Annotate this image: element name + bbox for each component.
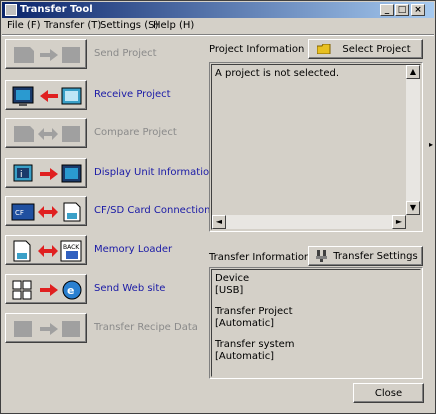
memory-loader-icon: BACK bbox=[13, 240, 82, 262]
select-project-label: Select Project bbox=[342, 44, 411, 55]
transfer-system-label: Transfer system bbox=[215, 339, 295, 350]
transfer-recipe-icon bbox=[14, 321, 80, 337]
compare-project-icon bbox=[14, 126, 80, 142]
project-info-label: Project Information bbox=[209, 44, 305, 55]
send-project-label: Send Project bbox=[94, 48, 157, 59]
receive-project-label: Receive Project bbox=[94, 89, 171, 100]
transfer-info-panel-inner: Device [USB] Transfer Project [Automatic… bbox=[211, 269, 421, 377]
cf-sd-card-label: CF/SD Card Connection bbox=[94, 205, 211, 216]
transfer-system-value: [Automatic] bbox=[215, 351, 275, 362]
cf-sd-card-button[interactable]: CF bbox=[5, 196, 87, 226]
svg-text:BACK: BACK bbox=[63, 244, 80, 251]
maximize-button[interactable]: □ bbox=[395, 4, 409, 16]
close-button-label: Close bbox=[374, 388, 403, 399]
transfer-recipe-button[interactable] bbox=[5, 313, 87, 343]
menu-help[interactable]: Help (H) bbox=[153, 20, 194, 31]
send-web-site-icon: e bbox=[12, 280, 82, 300]
transfer-info-panel: Device [USB] Transfer Project [Automatic… bbox=[209, 267, 423, 379]
action-send-web-site: e Send Web site bbox=[5, 274, 205, 306]
transfer-recipe-label: Transfer Recipe Data bbox=[94, 322, 198, 333]
send-web-site-label: Send Web site bbox=[94, 283, 166, 294]
menu-transfer[interactable]: Transfer (T) bbox=[44, 20, 101, 31]
close-window-button[interactable]: × bbox=[411, 4, 425, 16]
memory-loader-label: Memory Loader bbox=[94, 244, 173, 255]
transfer-info-label: Transfer Information bbox=[209, 252, 311, 263]
select-project-button[interactable]: Select Project bbox=[308, 39, 423, 59]
title-bar: Transfer Tool _ □ × bbox=[2, 2, 434, 18]
compare-project-button[interactable] bbox=[5, 118, 87, 148]
scroll-left-button[interactable]: ◄ bbox=[212, 215, 226, 229]
menu-file[interactable]: File (F) bbox=[7, 20, 40, 31]
menu-settings[interactable]: Settings (S) bbox=[100, 20, 158, 31]
scroll-down-button[interactable]: ▼ bbox=[406, 201, 420, 215]
device-value: [USB] bbox=[215, 285, 244, 296]
action-display-unit-info: i Display Unit Information bbox=[5, 158, 215, 190]
send-project-button[interactable] bbox=[5, 39, 87, 69]
receive-project-button[interactable] bbox=[5, 80, 87, 110]
scroll-right-button[interactable]: ► bbox=[392, 215, 406, 229]
display-unit-info-label: Display Unit Information bbox=[94, 167, 216, 178]
settings-plug-icon bbox=[316, 250, 327, 262]
horizontal-scroll-track[interactable] bbox=[226, 215, 392, 229]
transfer-settings-label: Transfer Settings bbox=[333, 251, 418, 262]
vertical-scroll-track[interactable] bbox=[406, 79, 420, 201]
device-label: Device bbox=[215, 273, 250, 284]
action-memory-loader: BACK Memory Loader bbox=[5, 235, 205, 267]
scroll-up-button[interactable]: ▲ bbox=[406, 65, 420, 79]
action-compare-project: Compare Project bbox=[5, 118, 205, 150]
receive-project-icon bbox=[12, 86, 82, 106]
display-unit-info-icon: i bbox=[13, 164, 82, 183]
folder-icon bbox=[317, 44, 331, 54]
expand-arrow-icon[interactable]: ▸ bbox=[429, 141, 433, 149]
compare-project-label: Compare Project bbox=[94, 127, 177, 138]
project-info-panel-inner: A project is not selected. ▲ ▼ ◄ ► bbox=[211, 64, 421, 230]
display-unit-info-button[interactable]: i bbox=[5, 158, 87, 188]
action-cf-sd-card: CF CF/SD Card Connection bbox=[5, 196, 210, 228]
window-title: Transfer Tool bbox=[20, 4, 93, 15]
project-info-panel: A project is not selected. ▲ ▼ ◄ ► bbox=[209, 62, 423, 232]
cf-sd-card-icon: CF bbox=[11, 202, 81, 222]
menu-separator bbox=[2, 34, 434, 36]
close-button[interactable]: Close bbox=[353, 383, 424, 403]
action-transfer-recipe: Transfer Recipe Data bbox=[5, 313, 205, 345]
svg-text:e: e bbox=[67, 284, 74, 297]
send-web-site-button[interactable]: e bbox=[5, 274, 87, 304]
transfer-project-label: Transfer Project bbox=[215, 306, 293, 317]
action-send-project: Send Project bbox=[5, 39, 205, 71]
transfer-tool-window: Transfer Tool _ □ × File (F) Transfer (T… bbox=[0, 0, 436, 414]
svg-text:i: i bbox=[20, 170, 23, 180]
transfer-settings-button[interactable]: Transfer Settings bbox=[308, 246, 423, 266]
project-info-text: A project is not selected. bbox=[215, 68, 340, 79]
memory-loader-button[interactable]: BACK bbox=[5, 235, 87, 265]
send-project-icon bbox=[14, 47, 80, 63]
menu-bar: File (F) Transfer (T) Settings (S) Help … bbox=[2, 19, 434, 33]
transfer-project-value: [Automatic] bbox=[215, 318, 275, 329]
app-icon bbox=[5, 4, 17, 16]
action-receive-project: Receive Project bbox=[5, 80, 205, 112]
minimize-button[interactable]: _ bbox=[380, 4, 394, 16]
svg-text:CF: CF bbox=[15, 209, 24, 217]
